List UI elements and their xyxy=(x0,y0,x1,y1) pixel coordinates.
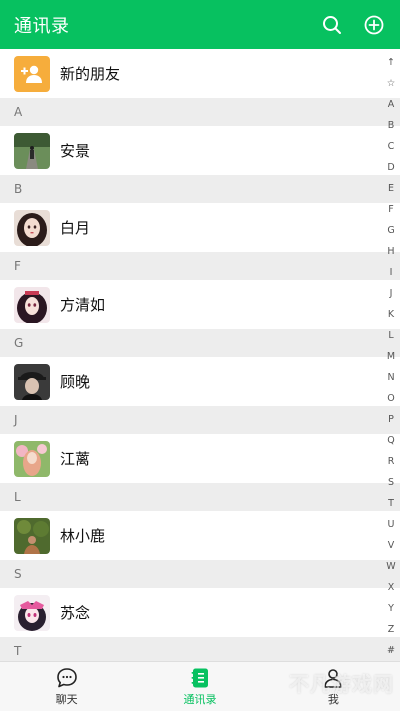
chat-bubble-icon xyxy=(56,667,78,689)
contact-row-guwan[interactable]: 顾晚 xyxy=(0,357,400,406)
index-letter[interactable]: R xyxy=(382,451,400,472)
avatar xyxy=(14,594,50,631)
index-letter[interactable]: K xyxy=(382,304,400,325)
section-header-f: F xyxy=(0,252,400,280)
tab-chats[interactable]: 聊天 xyxy=(0,662,133,711)
index-letter[interactable]: G xyxy=(382,220,400,241)
contact-name: 苏念 xyxy=(60,604,91,622)
contact-name: 白月 xyxy=(60,219,91,237)
contact-row-linxiaolu[interactable]: 林小鹿 xyxy=(0,511,400,560)
avatar xyxy=(14,286,50,323)
avatar xyxy=(14,209,50,246)
contact-row-fangqingru[interactable]: 方清如 xyxy=(0,280,400,329)
tab-label: 通讯录 xyxy=(183,692,217,706)
index-letter[interactable]: ☆ xyxy=(382,73,400,94)
index-letter[interactable]: W xyxy=(382,556,400,577)
contact-row-anjing[interactable]: 安景 xyxy=(0,126,400,175)
index-letter[interactable]: L xyxy=(382,325,400,346)
index-letter[interactable]: S xyxy=(382,472,400,493)
contact-name: 江蓠 xyxy=(60,450,91,468)
index-letter[interactable]: O xyxy=(382,388,400,409)
index-letter[interactable]: # xyxy=(382,640,400,661)
app-header: 通讯录 xyxy=(0,0,400,49)
avatar xyxy=(14,363,50,400)
index-letter[interactable]: X xyxy=(382,577,400,598)
tab-label: 我 xyxy=(327,692,339,706)
index-letter[interactable]: I xyxy=(382,262,400,283)
bottom-tab-bar: 聊天 通讯录 我 xyxy=(0,661,400,711)
index-letter[interactable]: ↑ xyxy=(382,52,400,73)
section-header-j: J xyxy=(0,406,400,434)
index-letter[interactable]: A xyxy=(382,94,400,115)
person-icon xyxy=(322,667,344,689)
contact-list[interactable]: 新的朋友 A 安景 B 白月 F 方清如 G 顾晚 J 江蓠 L 林小鹿 S 苏… xyxy=(0,49,400,661)
tab-contacts[interactable]: 通讯录 xyxy=(133,662,266,711)
new-friends-label: 新的朋友 xyxy=(60,65,121,83)
alphabet-index-bar[interactable]: ↑ ☆ A B C D E F G H I J K L M N O P Q R S T U V W X Y Z # xyxy=(382,52,400,660)
new-friends-row[interactable]: 新的朋友 xyxy=(0,49,400,98)
index-letter[interactable]: J xyxy=(382,283,400,304)
index-letter[interactable]: C xyxy=(382,136,400,157)
contact-row-baiyue[interactable]: 白月 xyxy=(0,203,400,252)
add-circle-icon[interactable] xyxy=(362,13,386,37)
section-header-g: G xyxy=(0,329,400,357)
page-title: 通讯录 xyxy=(14,15,70,37)
contact-name: 方清如 xyxy=(60,296,106,314)
index-letter[interactable]: F xyxy=(382,199,400,220)
contact-name: 顾晚 xyxy=(60,373,91,391)
index-letter[interactable]: V xyxy=(382,535,400,556)
section-header-b: B xyxy=(0,175,400,203)
tab-me[interactable]: 我 xyxy=(267,662,400,711)
index-letter[interactable]: N xyxy=(382,367,400,388)
contact-row-sunian[interactable]: 苏念 xyxy=(0,588,400,637)
avatar xyxy=(14,517,50,554)
index-letter[interactable]: B xyxy=(382,115,400,136)
contacts-book-icon xyxy=(189,667,211,689)
tab-label: 聊天 xyxy=(55,692,78,706)
index-letter[interactable]: E xyxy=(382,178,400,199)
index-letter[interactable]: U xyxy=(382,514,400,535)
avatar xyxy=(14,440,50,477)
index-letter[interactable]: M xyxy=(382,346,400,367)
index-letter[interactable]: Z xyxy=(382,619,400,640)
section-header-s: S xyxy=(0,560,400,588)
index-letter[interactable]: Q xyxy=(382,430,400,451)
index-letter[interactable]: Y xyxy=(382,598,400,619)
index-letter[interactable]: H xyxy=(382,241,400,262)
index-letter[interactable]: T xyxy=(382,493,400,514)
avatar xyxy=(14,132,50,169)
add-friend-icon xyxy=(14,55,50,92)
section-header-a: A xyxy=(0,98,400,126)
section-header-l: L xyxy=(0,483,400,511)
index-letter[interactable]: P xyxy=(382,409,400,430)
contact-name: 林小鹿 xyxy=(60,527,106,545)
search-icon[interactable] xyxy=(320,13,344,37)
contact-row-jiangli[interactable]: 江蓠 xyxy=(0,434,400,483)
section-header-t: T xyxy=(0,637,400,661)
index-letter[interactable]: D xyxy=(382,157,400,178)
contact-name: 安景 xyxy=(60,142,91,160)
